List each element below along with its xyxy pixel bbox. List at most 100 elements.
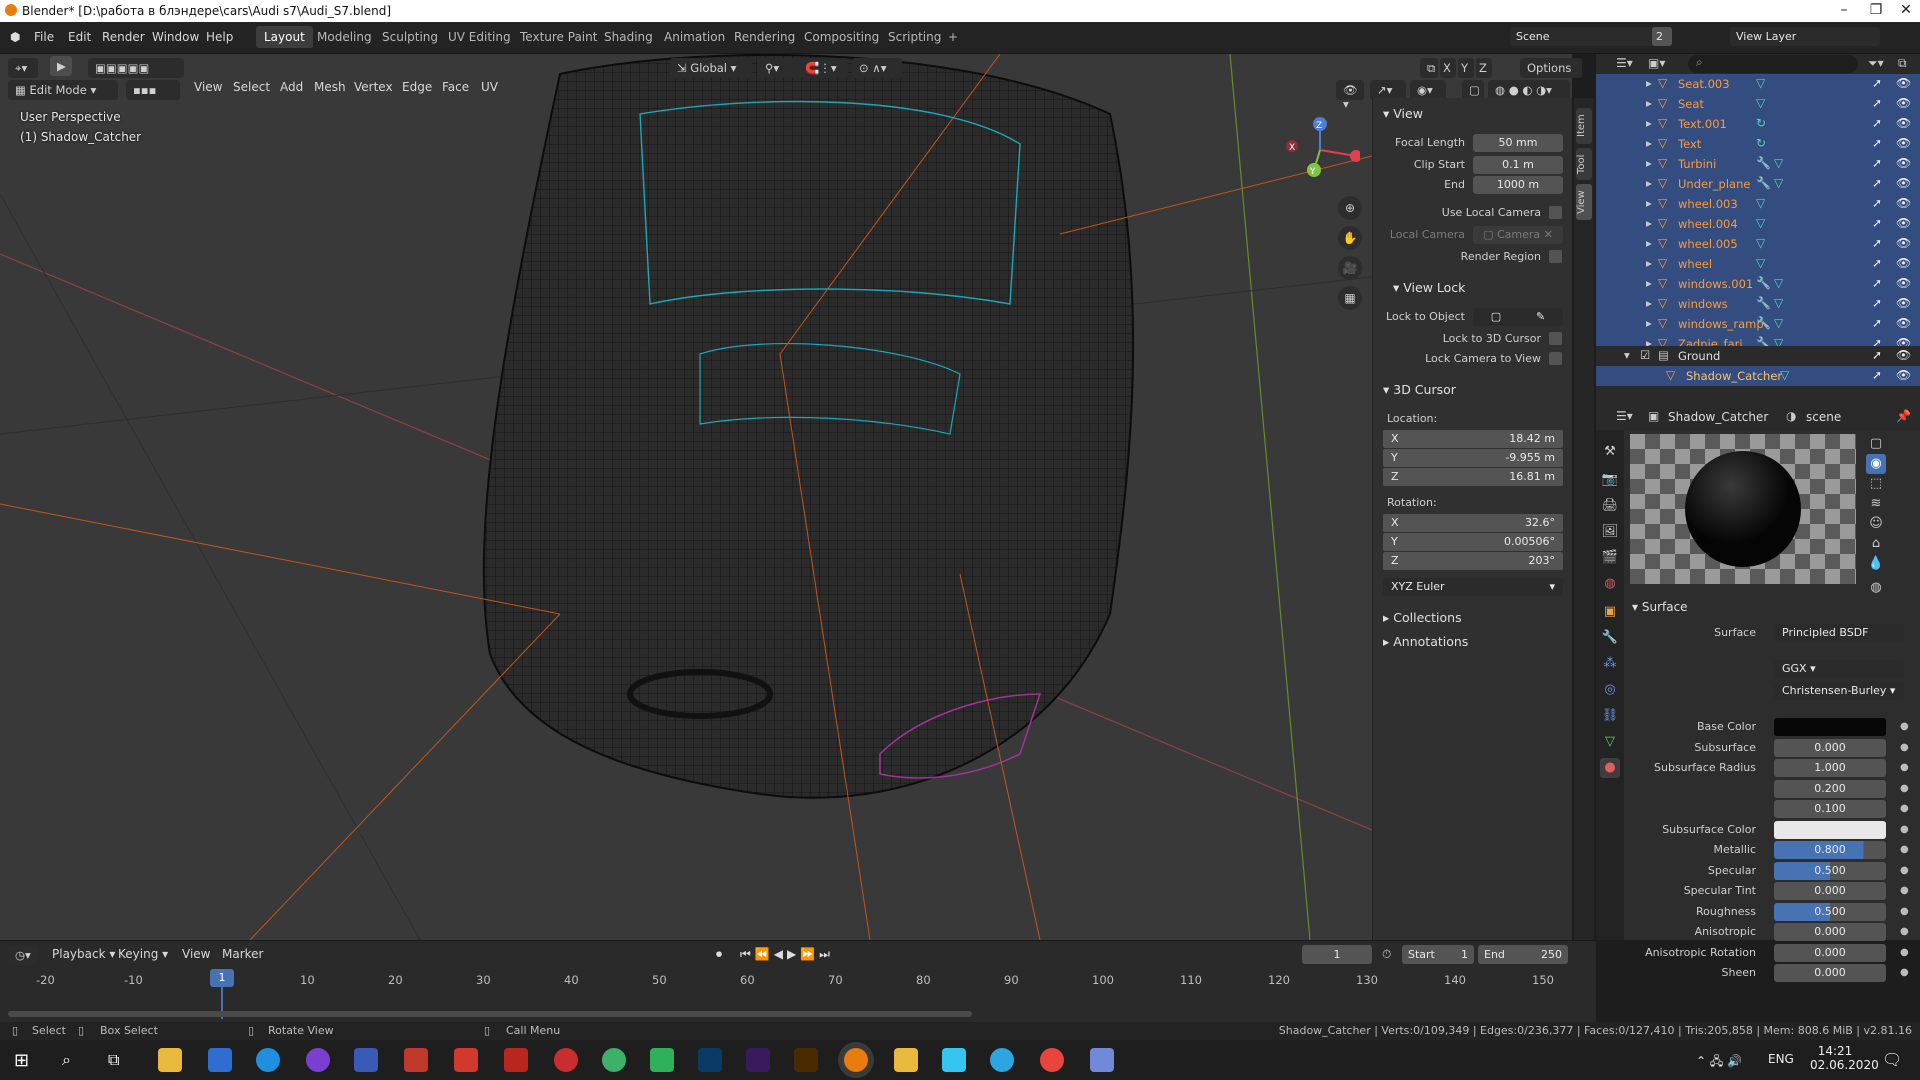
visibility-eye-icon[interactable]: 👁 [1896,256,1911,270]
timeline-scrollbar[interactable] [8,1011,972,1017]
visibility-eye-icon[interactable]: 👁 [1896,276,1911,290]
select-arrow-icon[interactable]: ➚ [1872,276,1882,290]
preview-world-icon[interactable]: ◍ [1866,578,1886,598]
workspace-tab-scripting[interactable]: Scripting [880,26,949,48]
visibility-eye-icon[interactable]: 👁 [1896,96,1911,110]
ortho-grid-icon[interactable]: ▦ [1338,286,1362,310]
menu-edit[interactable]: Edit [68,30,91,44]
cursor-rotation-y[interactable]: Y 0.00506° [1383,533,1563,551]
bsdf-input-field[interactable]: 1.000 [1774,759,1886,777]
collections-header[interactable]: ▸ Collections [1383,610,1462,625]
app-icon-6[interactable] [404,1048,428,1072]
select-arrow-icon[interactable]: ➚ [1872,256,1882,270]
outliner-row[interactable]: ▸ ▽ Under_plane 🔧 ▽ ➚ 👁 [1596,174,1920,194]
visibility-eye-icon[interactable]: 👁 [1896,156,1911,170]
blender-menu-icon[interactable]: ⬢ [10,30,20,44]
visibility-eye-icon[interactable]: 👁 [1896,76,1911,90]
outliner-row[interactable]: ▸ ▽ windows.001 🔧 ▽ ➚ 👁 [1596,274,1920,294]
view-layer-selector[interactable]: View Layer [1730,27,1880,46]
workspace-tab-shading[interactable]: Shading [596,26,661,48]
outliner-row[interactable]: ▸ ▽ Seat ▽ ➚ 👁 [1596,94,1920,114]
viewport-menu-mesh[interactable]: Mesh [314,80,346,94]
checkbox-icon[interactable]: ☑ [1640,348,1650,362]
photoshop-app-icon[interactable] [698,1048,722,1072]
shading-mode-buttons[interactable]: ◍ ● ◐ ◑▾ [1488,80,1570,100]
navigation-gizmo[interactable]: Z X Y [1280,110,1360,190]
xray-toggle-icon[interactable]: ▢ [1462,80,1484,100]
timeline-menu-marker[interactable]: Marker [222,947,263,961]
menu-help[interactable]: Help [206,30,233,44]
expand-arrow-icon[interactable]: ▸ [1646,76,1652,90]
visibility-eye-icon[interactable]: 👁 [1896,296,1911,310]
mode-selector[interactable]: ▦ Edit Mode ▾ [8,80,118,100]
surface-panel-header[interactable]: ▾ Surface [1632,600,1688,614]
explorer-app-icon[interactable] [158,1048,182,1072]
visibility-eye-icon[interactable]: 👁 [1896,368,1911,382]
app-icon-10[interactable] [602,1048,626,1072]
use-local-camera-checkbox[interactable] [1549,206,1562,219]
illustrator-app-icon[interactable] [794,1048,818,1072]
local-camera-field[interactable]: ▢ Camera ✕ [1473,226,1563,244]
maximize-button[interactable]: ❐ [1862,2,1890,18]
workspace-tab-uv-editing[interactable]: UV Editing [440,26,519,48]
playhead-label[interactable]: 1 [210,969,234,987]
focal-length-field[interactable]: 50 mm [1473,134,1563,152]
select-arrow-icon[interactable]: ➚ [1872,136,1882,150]
visibility-eye-icon[interactable]: 👁 [1896,196,1911,210]
expand-arrow-icon[interactable]: ▸ [1646,136,1652,150]
timeline-menu-keying[interactable]: Keying ▾ [118,947,168,961]
edge-app-icon[interactable] [256,1048,280,1072]
bsdf-input-field[interactable] [1774,718,1886,736]
app-icon-8[interactable] [504,1048,528,1072]
current-frame-field[interactable]: 1 [1302,945,1372,964]
expand-arrow-icon[interactable]: ▸ [1646,256,1652,270]
timeline-menu-view[interactable]: View [182,947,210,961]
outliner-row[interactable]: ▸ ▽ wheel ▽ ➚ 👁 [1596,254,1920,274]
camera-view-icon[interactable]: 🎥 [1338,256,1362,280]
workspace-tab-rendering[interactable]: Rendering [726,26,803,48]
outliner-row[interactable]: ▸ ▽ windows_ramp 🔧 ▽ ➚ 👁 [1596,314,1920,334]
premiere-app-icon[interactable] [746,1048,770,1072]
select-arrow-icon[interactable]: ➚ [1872,196,1882,210]
viewport-menu-view[interactable]: View [194,80,222,94]
options-dropdown[interactable]: Options ▾ [1520,58,1582,89]
menu-file[interactable]: File [34,30,54,44]
outliner-row[interactable]: ▸ ▽ windows 🔧 ▽ ➚ 👁 [1596,294,1920,314]
select-arrow-icon[interactable]: ➚ [1872,76,1882,90]
search-icon[interactable]: ⌕ [62,1050,71,1070]
preview-monkey-icon[interactable]: ☺ [1866,514,1886,534]
preview-fluid-icon[interactable]: 💧 [1866,554,1886,574]
expand-arrow-icon[interactable]: ▸ [1646,296,1652,310]
socket-link-icon[interactable]: ● [1900,721,1909,732]
preview-cloth-icon[interactable]: ⌂ [1866,534,1886,554]
select-arrow-icon[interactable]: ➚ [1872,296,1882,310]
menu-window[interactable]: Window [152,30,199,44]
tool-tab-icon[interactable]: ⚒ [1600,442,1620,462]
pivot-point-button[interactable]: ⚲▾ [758,58,798,78]
object-tab-icon[interactable]: ▣ [1600,602,1620,622]
snapping-button[interactable]: 🧲⋮▾ [798,58,848,78]
distribution-select[interactable]: GGX ▾ [1774,660,1904,678]
bsdf-input-field[interactable]: 0.500 [1774,861,1886,880]
bsdf-input-field[interactable]: 0.000 [1774,923,1886,941]
notification-icon[interactable]: 🗨 [1882,1050,1902,1069]
app-icon-m[interactable] [894,1048,918,1072]
select-arrow-icon[interactable]: ➚ [1872,368,1882,382]
bsdf-input-field[interactable]: 0.100 [1774,800,1886,818]
record-button[interactable]: ⏺ [716,947,722,962]
view-layer-tab-icon[interactable]: 🖼 [1600,522,1620,542]
lock-to-cursor-checkbox[interactable] [1549,332,1562,345]
lock-camera-checkbox[interactable] [1549,352,1562,365]
cursor-location-y[interactable]: Y -9.955 m [1383,449,1563,467]
scene-selector[interactable]: Scene [1510,27,1660,46]
socket-link-icon[interactable]: ● [1900,885,1909,896]
properties-editor-icon[interactable]: ☰▾ [1616,409,1633,423]
bsdf-input-field[interactable] [1774,820,1886,839]
tray-icons[interactable]: ⌃ 🖧 🔊 [1696,1052,1742,1073]
visibility-eye-icon[interactable]: 👁 [1896,176,1911,190]
expand-arrow-icon[interactable]: ▸ [1646,216,1652,230]
select-arrow-icon[interactable]: ➚ [1872,236,1882,250]
tab-item[interactable]: Item [1576,108,1592,144]
pycharm-app-icon[interactable] [650,1048,674,1072]
bsdf-input-field[interactable]: 0.800 [1774,841,1886,859]
